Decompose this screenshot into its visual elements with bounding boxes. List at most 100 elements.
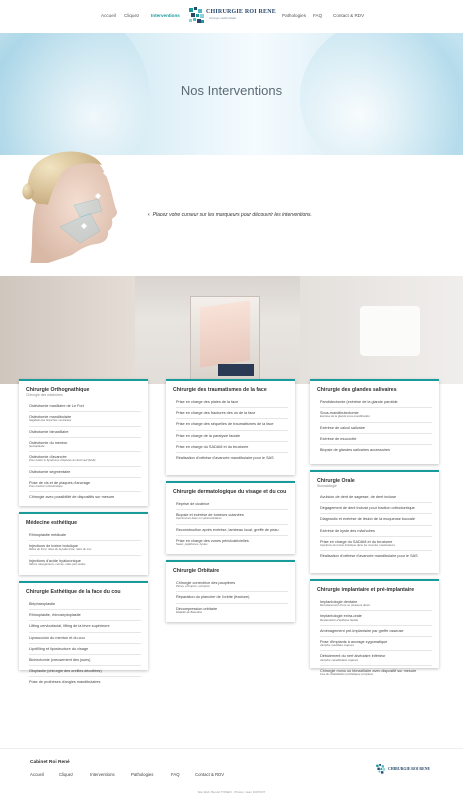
list-item[interactable]: Ostéotomie segmentaire xyxy=(29,465,141,477)
list-item[interactable]: Réalisation d'orthèse d'avancée mandibul… xyxy=(320,550,432,561)
card-chirurgie-orbitaire: Chirurgie Orbitaire Chirurgie correctric… xyxy=(166,560,295,622)
list-item[interactable]: Prise en charge du SADAM et du bruxisme I… xyxy=(320,535,432,550)
list-item[interactable]: Diagnostic et exérèse de lésion de la mu… xyxy=(320,513,432,524)
list-item[interactable]: Biopsie et exérèse de tumeurs cutanées Ca… xyxy=(176,509,288,523)
top-navigation: Accueil Cliquez Interventions CHIRURGIE … xyxy=(0,0,463,33)
card-chirurgie-esthetique-face: Chirurgie Esthétique de la face du cou B… xyxy=(19,581,148,684)
list-item[interactable]: Réparation du plancher de l'orbite (frac… xyxy=(176,591,288,602)
clinic-photo xyxy=(0,276,463,384)
list-item[interactable]: Exérèse de kyste des mâchoires xyxy=(320,524,432,536)
intervention-list: Blépharoplastie Rhinoplastie, rhinosepto… xyxy=(29,599,141,688)
hero-banner: Nos Interventions xyxy=(0,33,463,155)
footer-link-interventions[interactable]: Interventions xyxy=(90,772,115,777)
footer-link-pathologies[interactable]: Pathologies xyxy=(131,772,153,777)
list-item[interactable]: Parotidectomie (exérèse de la glande par… xyxy=(320,397,432,407)
photo-brochure xyxy=(200,300,250,368)
card-chirurgie-glandes-salivaires: Chirurgie des glandes salivaires Parotid… xyxy=(310,379,439,464)
card-chirurgie-dermatologique: Chirurgie dermatologique du visage et du… xyxy=(166,481,295,554)
list-item[interactable]: Exérèse de calcul salivaire xyxy=(320,421,432,433)
list-item[interactable]: Pose de prothèses d'angles mandibulaires xyxy=(29,676,141,687)
list-item[interactable]: Lifting cervicofacial, lifting de la lèv… xyxy=(29,620,141,631)
nav-item-cliquez[interactable]: Cliquez xyxy=(124,13,139,18)
list-item[interactable]: Rhinoplastie médicale xyxy=(29,530,141,540)
list-item[interactable]: Exérèse de mucocèle xyxy=(320,432,432,444)
list-item[interactable]: Prise en charge des zones péricicatricie… xyxy=(176,534,288,549)
list-item[interactable]: Prise en charge de la paralysie faciale xyxy=(176,429,288,441)
list-item[interactable]: Pose de vis et de plaques d'ancrage Pour … xyxy=(29,476,141,491)
logo-mosaic-icon xyxy=(189,7,204,23)
intervention-list: Prise en charge des plaies de la face Pr… xyxy=(176,397,288,463)
nav-item-pathologies[interactable]: Pathologies xyxy=(282,13,306,18)
card-chirurgie-orthognathique: Chirurgie Orthognathique Chirurgie des m… xyxy=(19,379,148,506)
list-item[interactable]: Ostéotomie du menton Génioplastie xyxy=(29,436,141,451)
card-title: Chirurgie des glandes salivaires xyxy=(317,387,397,393)
card-title: Chirurgie des traumatismes de la face xyxy=(173,387,267,393)
footer-link-accueil[interactable]: Accueil xyxy=(30,772,44,777)
list-item[interactable]: Ostéotomie maxillaire de Le Fort xyxy=(29,401,141,411)
list-item[interactable]: Chirurgie correctrice des paupières Ptosi… xyxy=(176,578,288,591)
logo-mosaic-icon xyxy=(376,764,386,774)
list-item[interactable]: Reconstruction après exérèse, lambeau lo… xyxy=(176,523,288,535)
list-item[interactable]: Ostéotomie d'avancée Pour traiter le Synd… xyxy=(29,451,141,465)
intervention-list: Parotidectomie (exérèse de la glande par… xyxy=(320,397,432,455)
intervention-list: Rhinoplastie médicale Injections de toxi… xyxy=(29,530,141,569)
face-illustration xyxy=(22,151,117,263)
site-footer: Cabinet Roi René Accueil Cliquez Interve… xyxy=(0,748,463,800)
list-item[interactable]: Reprise de cicatrice xyxy=(176,499,288,509)
footer-link-cliquez[interactable]: Cliquez xyxy=(59,772,73,777)
list-item[interactable]: Avulsion de dent de sagesse, de dent inc… xyxy=(320,492,432,502)
list-item[interactable]: Débulement du nerf alvéolaire inférieur A… xyxy=(320,650,432,664)
card-chirurgie-orale: Chirurgie Orale Stomatologie Avulsion de… xyxy=(310,470,439,573)
footer-credit: Site Web: Benoît TISSEN · Photos: Jean D… xyxy=(197,790,266,794)
footer-link-faq[interactable]: FAQ xyxy=(171,772,180,777)
footer-logo-text: CHIRURGIE ROI RENE xyxy=(388,767,430,771)
nav-item-contact[interactable]: Contact & RDV xyxy=(333,13,364,18)
list-item[interactable]: Chirurgie mono ou bimaxillaire avec disp… xyxy=(320,664,432,679)
card-title: Chirurgie implantaire et pré-implantaire xyxy=(317,587,415,593)
footer-logo[interactable]: CHIRURGIE ROI RENE xyxy=(375,763,435,781)
list-item[interactable]: Prise en charge du SADAM et du bruxisme xyxy=(176,440,288,452)
card-subtitle: Chirurgie des mâchoires xyxy=(26,393,63,397)
list-item[interactable]: Liposuccion du menton et du cou xyxy=(29,631,141,643)
logo-subtitle: chirurgie maxillo-faciale xyxy=(209,17,237,20)
site-logo[interactable]: CHIRURGIE ROI RENE chirurgie maxillo-fac… xyxy=(187,4,276,30)
card-title: Chirurgie Orbitaire xyxy=(173,568,220,574)
list-item[interactable]: Biopsie de glandes salivaires accessoire… xyxy=(320,444,432,455)
list-item[interactable]: Implantologie extra-orale Restauration d'… xyxy=(320,610,432,624)
list-item[interactable]: Ostéotomie mandibulaire Sagittale des bra… xyxy=(29,411,141,425)
card-title: Chirurgie Esthétique de la face du cou xyxy=(26,589,121,595)
list-item[interactable]: Lipofilling et lipostructure du visage xyxy=(29,642,141,654)
list-item[interactable]: Otoplastie (chirurgie des oreilles décol… xyxy=(29,665,141,676)
list-item[interactable]: Implantologie dentaire Remplacement d'une… xyxy=(320,597,432,610)
list-item[interactable]: Pose d'implants à ancrage zygomatique Atr… xyxy=(320,636,432,650)
hover-instructions: ‹ Placez votre curseur sur les marqueurs … xyxy=(148,212,312,218)
card-subtitle: Stomatologie xyxy=(317,484,337,488)
nav-item-interventions[interactable]: Interventions xyxy=(151,13,180,18)
list-item[interactable]: Rhinoplastie, rhinoseptoplastie xyxy=(29,609,141,620)
intervention-list: Chirurgie correctrice des paupières Ptosi… xyxy=(176,578,288,617)
list-item[interactable]: Aménagement pré-implantaire par greffe o… xyxy=(320,624,432,636)
list-item[interactable]: Prise en charge des fractures des os de … xyxy=(176,407,288,418)
nav-item-accueil[interactable]: Accueil xyxy=(101,13,116,18)
list-item[interactable]: Injections de toxine botulique Rides du f… xyxy=(29,540,141,554)
card-medecine-esthetique: Médecine esthétique Rhinoplastie médical… xyxy=(19,512,148,575)
interactive-face-section: ‹ Placez votre curseur sur les marqueurs … xyxy=(0,151,463,275)
list-item[interactable]: Ostéotomie bimaxillaire xyxy=(29,425,141,437)
list-item[interactable]: Décompression orbitaire Maladie de Basedo… xyxy=(176,602,288,617)
photo-wall xyxy=(0,276,135,384)
intervention-list: Implantologie dentaire Remplacement d'une… xyxy=(320,597,432,679)
card-chirurgie-implantaire: Chirurgie implantaire et pré-implantaire… xyxy=(310,579,439,676)
intervention-list: Avulsion de dent de sagesse, de dent inc… xyxy=(320,492,432,561)
list-item[interactable]: Chirurgie avec possibilité de dispositif… xyxy=(29,491,141,502)
nav-item-faq[interactable]: FAQ xyxy=(313,13,322,18)
list-item[interactable]: Sous-mandibulectomie Exérèse de la glande… xyxy=(320,407,432,421)
list-item[interactable]: Prise en charge des plaies de la face xyxy=(176,397,288,407)
list-item[interactable]: Prise en charge des séquelles de traumat… xyxy=(176,418,288,429)
list-item[interactable]: Blépharoplastie xyxy=(29,599,141,609)
list-item[interactable]: Injections d'acide hyaluronique Sillons n… xyxy=(29,554,141,569)
footer-link-contact[interactable]: Contact & RDV xyxy=(195,772,224,777)
list-item[interactable]: Dégagement de dent incluse pour traction… xyxy=(320,502,432,513)
card-title: Chirurgie dermatologique du visage et du… xyxy=(173,489,287,495)
list-item[interactable]: Réalisation d'orthèse d'avancée mandibul… xyxy=(176,452,288,463)
list-item[interactable]: Bichectomie (creusement des joues) xyxy=(29,654,141,665)
